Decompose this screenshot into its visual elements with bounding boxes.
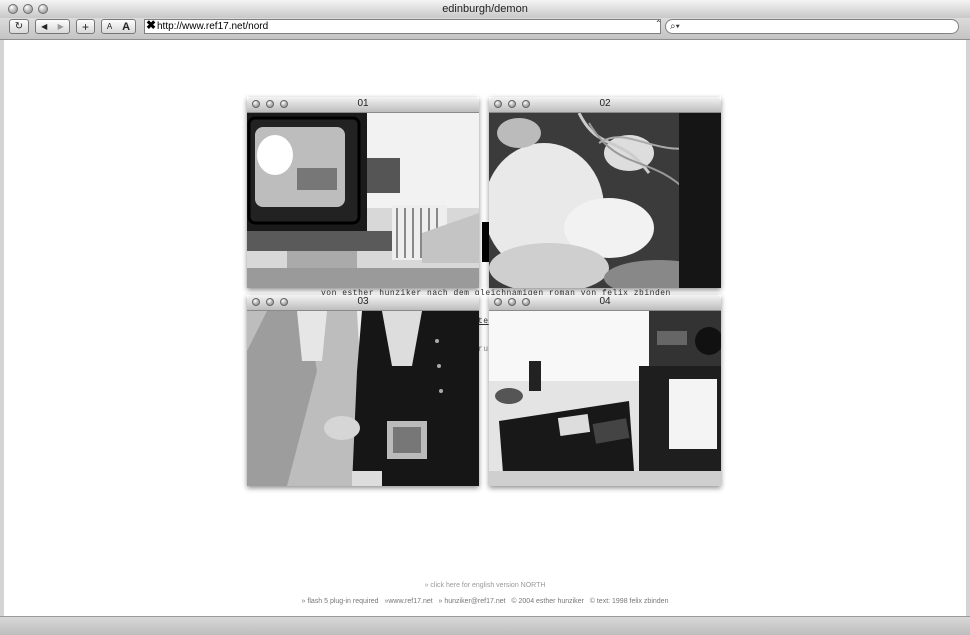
reload-icon: ↻ [14,21,24,32]
english-version-link[interactable]: » click here for english version NORTH [4,582,966,589]
popup-label: 04 [599,296,611,307]
photo-02-image [489,113,721,288]
tv-room-photo [247,113,479,288]
page-content: von esther hunziker nach dem gleichnamig… [4,40,966,616]
popup-window-04[interactable]: 04 [489,295,721,486]
popup-window-02[interactable]: 02 [489,97,721,288]
search-icon[interactable]: ⌕▾ [670,21,680,32]
popup-title-bar[interactable]: 01 [247,97,479,113]
flash-requirement-text: » flash 5 plug-in required [301,598,379,605]
browser-toolbar: ↻ ◀ ▶ + A A ✖ http://www.ref17.net/nord … [0,18,970,40]
popup-window-03[interactable]: 03 [247,295,479,486]
photo-04-image [489,311,721,486]
footer-line: » flash 5 plug-in required »www.ref17.ne… [4,598,966,605]
back-forward-buttons[interactable]: ◀ ▶ [35,19,70,34]
popup-label: 02 [599,98,611,109]
handshake-photo [247,311,479,486]
site-link[interactable]: »www.ref17.net [384,598,432,605]
popup-title-bar[interactable]: 03 [247,295,479,311]
title-bar: edinburgh/demon [0,0,970,19]
text-smaller-button[interactable]: A [107,22,112,31]
address-dropdown-icon[interactable]: ⌃ [655,19,662,28]
popup-title-bar[interactable]: 02 [489,97,721,113]
browser-window: edinburgh/demon ↻ ◀ ▶ + A A ✖ http://www… [0,0,970,635]
popup-title-bar[interactable]: 04 [489,295,721,311]
electronics-desk-photo [489,311,721,486]
copyright-text: © 2004 esther hunziker [511,598,584,605]
text-size-buttons[interactable]: A A [101,19,136,34]
stop-loading-icon[interactable]: ✖ [146,19,156,32]
email-link[interactable]: » hunziker@ref17.net [439,598,506,605]
hidden-link-fragment[interactable]: te [478,317,489,326]
photo-03-image [247,311,479,486]
window-title: edinburgh/demon [442,3,528,15]
text-credit: © text: 1998 felix zbinden [589,598,669,605]
photo-01-image [247,113,479,288]
forward-icon[interactable]: ▶ [58,22,64,31]
address-text: http://www.ref17.net/nord [157,21,269,32]
status-bar [0,616,970,635]
popup-label: 01 [357,98,369,109]
reload-button[interactable]: ↻ [9,19,29,34]
text-larger-button[interactable]: A [122,21,130,33]
back-icon[interactable]: ◀ [41,22,47,31]
popup-label: 03 [357,296,369,307]
search-field[interactable]: ⌕▾ [665,19,959,34]
address-field[interactable]: ✖ http://www.ref17.net/nord [144,19,661,34]
blurred-plant-photo [489,113,721,288]
add-bookmark-button[interactable]: + [76,19,95,34]
popup-window-01[interactable]: 01 [247,97,479,288]
